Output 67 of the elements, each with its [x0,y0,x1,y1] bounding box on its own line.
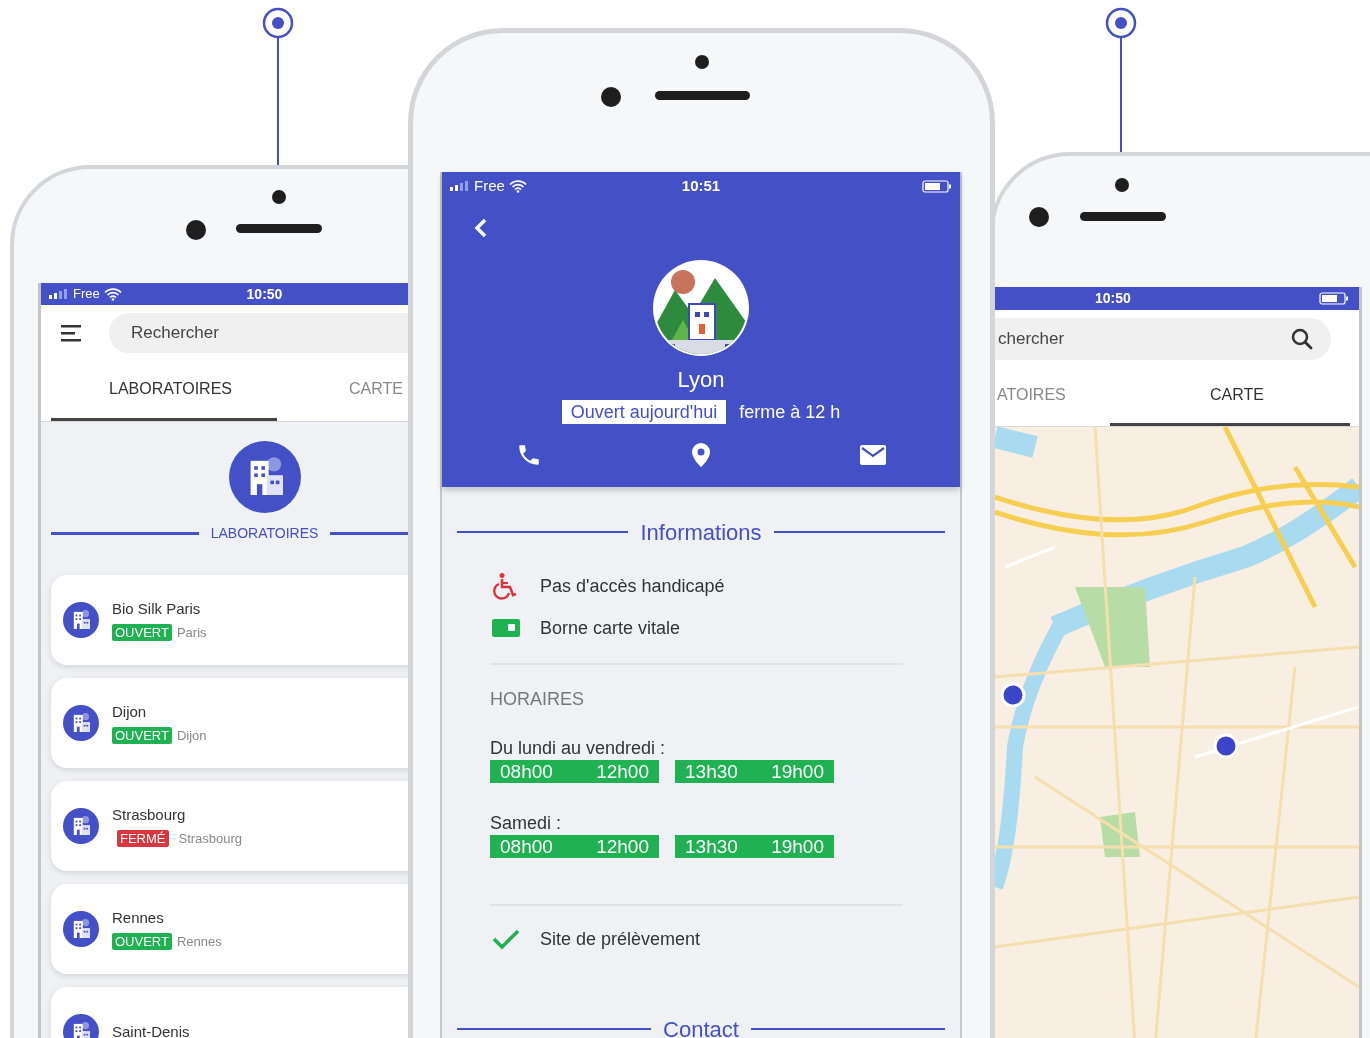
lab-city: Rennes [176,932,222,951]
lab-name: Rennes [112,908,165,928]
place-title: Lyon [677,366,725,394]
building-icon [228,441,301,513]
schedule-days: Du lundi au vendredi : [490,735,960,757]
status-badge: FERMÉ [117,829,169,847]
lab-name: Strasbourg [112,805,187,825]
lab-city: Paris [176,623,207,642]
lab-card[interactable]: Saint-Denis [51,987,410,1038]
lab-city: Dijon [176,726,207,745]
search-icon[interactable] [1291,327,1313,350]
card-icon [492,618,520,638]
clock-time: 10:50 [1095,289,1131,309]
building-icon [63,911,99,947]
battery-icon [1319,292,1349,306]
tab[interactable]: CARTE [277,360,410,421]
tab[interactable]: ATOIRES [995,367,1110,426]
clock-time: 10:51 [681,175,721,196]
feature-label: Pas d'accès handicapé [540,574,725,598]
status-badge: OUVERT [112,932,172,950]
slot-start: 08h00 [500,835,553,858]
search-field[interactable]: Rechercher [109,312,410,353]
carrier-name: Free [474,175,505,196]
lab-name: Bio Silk Paris [112,599,202,619]
signal-icon [49,289,69,299]
slot-end: 12h00 [596,760,649,783]
signal-icon [450,181,470,191]
section-title: LABORATOIRES [210,524,319,543]
building-icon [63,705,99,741]
feature-label: Borne carte vitale [540,616,681,640]
wifi-icon [103,287,122,301]
lab-card[interactable]: Rennes OUVERT Rennes [51,884,410,974]
slot-end: 12h00 [596,835,649,858]
carrier-name: Free [73,285,100,304]
closing-time: ferme à 12 h [739,400,841,424]
map-pin-icon[interactable] [1000,682,1026,708]
map-pin-icon[interactable] [1213,733,1239,759]
status-badge: OUVERT [112,623,172,641]
lab-card[interactable]: Dijon OUVERT Dijon [51,678,410,768]
hours-title: HORAIRES [490,688,586,708]
lab-name: Dijon [112,702,148,722]
tab[interactable]: LABORATOIRES [51,360,277,421]
mail-icon[interactable] [859,445,886,465]
feature-label: Site de prélèvement [540,927,701,951]
lab-card[interactable]: Bio Silk Paris OUVERT Paris [51,575,410,665]
slot-end: 19h00 [771,760,824,783]
lab-city: Strasbourg [178,829,243,848]
slot-start: 13h30 [685,835,738,858]
clock-time: 10:50 [246,284,283,304]
schedule-days: Samedi : [490,810,960,832]
lab-name: Saint-Denis [112,1021,190,1038]
section-title: Informations [640,518,762,547]
back-icon[interactable] [474,218,488,238]
section-title: Contact [663,1015,739,1038]
wifi-icon [508,179,527,193]
status-badge: OUVERT [112,726,172,744]
open-badge: Ouvert aujourd'hui [561,400,727,424]
battery-icon [922,179,952,193]
search-field[interactable]: chercher [995,317,1331,360]
menu-icon[interactable] [61,323,83,342]
slot-start: 08h00 [500,760,553,783]
building-icon [63,602,99,638]
lab-card[interactable]: Strasbourg FERMÉ Strasbourg [51,781,410,871]
building-icon [63,808,99,844]
location-pin-icon[interactable] [691,442,711,468]
slot-end: 19h00 [771,835,824,858]
slot-start: 13h30 [685,760,738,783]
